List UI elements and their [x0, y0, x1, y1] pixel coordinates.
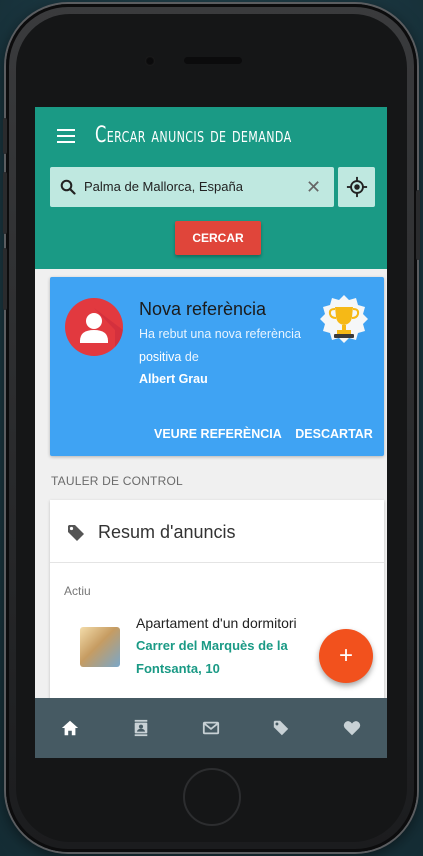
trophy-badge-icon: [320, 295, 368, 343]
my-location-icon: [346, 176, 368, 198]
tag-icon: [68, 525, 84, 541]
search-input[interactable]: Palma de Mallorca, España ✕: [50, 167, 334, 207]
search-value: Palma de Mallorca, España: [84, 179, 243, 194]
listing-thumbnail[interactable]: [80, 627, 120, 667]
referral-card: Nova referència Ha rebut una nova referè…: [50, 277, 384, 456]
speaker-grille: [184, 57, 242, 64]
listing-title[interactable]: Apartament d'un dormitori: [136, 615, 297, 631]
nav-tags[interactable]: [261, 708, 301, 748]
front-camera: [145, 56, 155, 66]
my-location-button[interactable]: [338, 167, 375, 207]
side-button-volume-down: [3, 248, 7, 310]
app-title: Cercar anuncis de demanda: [95, 123, 292, 148]
mail-icon: [202, 721, 220, 735]
home-icon: [62, 720, 79, 736]
referral-sender-name: Albert Grau: [139, 372, 208, 386]
clear-icon[interactable]: ✕: [306, 178, 321, 196]
referral-actions: VEURE REFERÈNCIA DESCARTAR: [154, 427, 383, 441]
nav-home[interactable]: [50, 708, 90, 748]
app-bar: Cercar anuncis de demanda Palma de Mallo…: [35, 107, 387, 269]
nav-messages[interactable]: [191, 708, 231, 748]
dismiss-button[interactable]: DESCARTAR: [295, 427, 373, 441]
search-button[interactable]: CERCAR: [175, 221, 261, 255]
nav-favorites[interactable]: [332, 708, 372, 748]
status-label: Actiu: [64, 584, 91, 598]
ads-summary-title: Resum d'anuncis: [98, 522, 236, 542]
heart-icon: [343, 721, 360, 736]
side-button-volume-up: [3, 172, 7, 234]
ads-summary-header[interactable]: Resum d'anuncis: [50, 500, 384, 563]
tag-icon: [274, 720, 289, 736]
referral-message-end: de: [181, 350, 199, 364]
user-avatar-icon: [65, 298, 123, 356]
side-button-mute: [3, 118, 7, 154]
app-screen: Cercar anuncis de demanda Palma de Mallo…: [35, 107, 387, 758]
search-icon: [60, 179, 76, 195]
referral-highlight: positiva: [139, 350, 182, 364]
view-referral-button[interactable]: VEURE REFERÈNCIA: [154, 427, 282, 441]
referral-message-start: Ha rebut una nova referència: [139, 327, 301, 341]
menu-icon[interactable]: [57, 129, 75, 143]
bottom-navigation: [35, 698, 387, 758]
side-button-power: [416, 190, 420, 260]
referral-title: Nova referència: [139, 299, 267, 319]
dashboard-section-label: TAULER DE CONTROL: [51, 474, 183, 488]
contacts-icon: [134, 719, 147, 737]
add-fab-button[interactable]: +: [319, 629, 373, 683]
listing-address[interactable]: Carrer del Marquès de la Fontsanta, 10: [136, 634, 321, 680]
home-button[interactable]: [183, 768, 241, 826]
referral-message: Ha rebut una nova referència positiva de: [139, 323, 329, 369]
nav-contacts[interactable]: [121, 708, 161, 748]
